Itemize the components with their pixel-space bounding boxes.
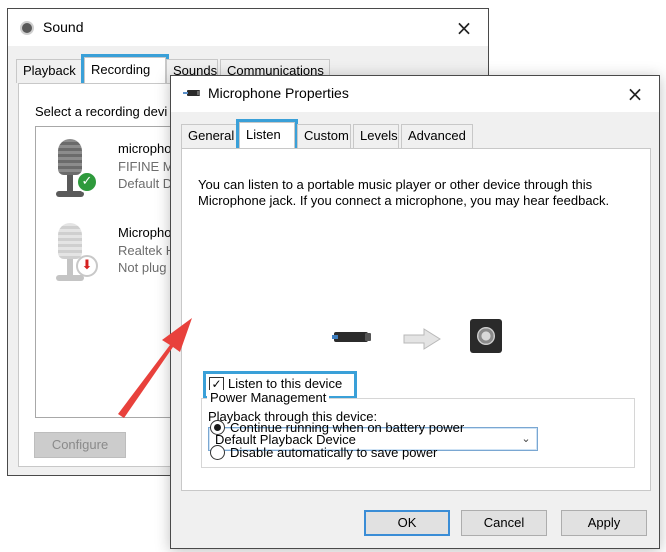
cancel-button[interactable]: Cancel (461, 510, 547, 536)
recording-instruction: Select a recording devi (35, 104, 168, 119)
listen-description: You can listen to a portable music playe… (198, 177, 610, 208)
ok-button[interactable]: OK (364, 510, 450, 536)
radio-disable-to-save[interactable]: Disable automatically to save power (210, 444, 540, 462)
speaker-app-icon (20, 21, 34, 35)
tab-levels[interactable]: Levels (353, 124, 399, 148)
mic-window-title: Microphone Properties (208, 85, 349, 101)
microphone-jack-icon (183, 90, 200, 96)
power-management-group: Power Management Continue running when o… (201, 390, 635, 468)
sound-window-title: Sound (43, 19, 84, 35)
apply-button[interactable]: Apply (561, 510, 647, 536)
speaker-icon (470, 319, 502, 353)
mic-close-icon[interactable]: × (615, 79, 655, 109)
listen-illustration (332, 319, 532, 359)
red-down-arrow-icon: ⬇ (76, 255, 98, 277)
tab-recording[interactable]: Recording (81, 54, 169, 86)
tab-general[interactable]: General (181, 124, 237, 148)
listen-checkbox-label: Listen to this device (228, 376, 343, 391)
tab-advanced[interactable]: Advanced (401, 124, 473, 148)
radio-selected-icon (210, 420, 225, 435)
radio-continue-label: Continue running when on battery power (230, 420, 465, 435)
device-status: Not plug (118, 260, 167, 275)
tab-custom[interactable]: Custom (297, 124, 351, 148)
power-management-title: Power Management (207, 390, 330, 405)
audio-jack-icon (332, 332, 371, 342)
arrow-right-icon (403, 328, 441, 350)
sound-titlebar: Sound × (8, 9, 488, 46)
radio-continue-on-battery[interactable]: Continue running when on battery power (210, 419, 540, 437)
device-model: FIFINE M (118, 159, 174, 174)
tab-playback[interactable]: Playback (16, 59, 82, 83)
mic-titlebar: Microphone Properties × (171, 76, 659, 112)
radio-disable-label: Disable automatically to save power (230, 445, 438, 460)
sound-close-icon[interactable]: × (444, 13, 484, 43)
radio-unselected-icon (210, 445, 225, 460)
device-status: Default D (118, 176, 173, 191)
microphone-properties-window: Microphone Properties × General Listen C… (170, 75, 660, 549)
green-check-icon: ✓ (76, 171, 98, 193)
configure-button[interactable]: Configure (34, 432, 126, 458)
tab-listen[interactable]: Listen (236, 119, 298, 151)
device-model: Realtek H (118, 243, 176, 258)
